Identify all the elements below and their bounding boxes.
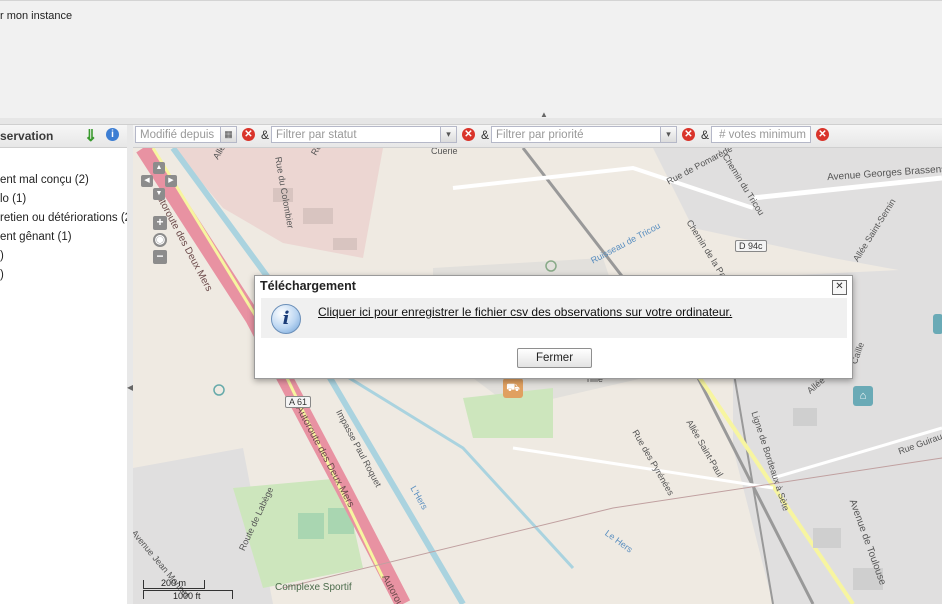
download-icon[interactable]: ⇓ — [84, 126, 97, 146]
priority-dropdown-icon[interactable]: ▾ — [661, 126, 677, 143]
road-number-badge: A 61 — [285, 396, 312, 408]
map-scale: 200 m 1000 ft — [143, 578, 233, 602]
modified-since-field[interactable]: Modifié depuis — [135, 126, 221, 143]
panel-title: servation — [0, 129, 54, 143]
dialog-body: i Cliquer ici pour enregistrer le fichie… — [261, 298, 847, 338]
globe-icon[interactable]: ◉ — [153, 233, 167, 247]
pan-left-icon[interactable]: ◀ — [141, 175, 153, 187]
category-item[interactable]: ent mal conçu (2) — [0, 171, 135, 190]
building — [813, 528, 841, 548]
status-filter-select[interactable]: Filtrer par statut — [271, 126, 441, 143]
info-icon[interactable]: i — [106, 128, 119, 141]
observation-marker-icon[interactable]: ⛟ — [503, 378, 523, 398]
dialog-title: Téléchargement — [260, 279, 356, 293]
building — [793, 408, 817, 426]
panel-header: servation ⇓ i — [0, 125, 127, 148]
observation-marker-icon[interactable] — [933, 314, 942, 334]
category-item[interactable]: ) — [0, 266, 135, 285]
map-poi — [213, 384, 225, 396]
collapse-up-icon[interactable]: ▲ — [540, 110, 548, 119]
scale-metric-label: 200 m — [161, 578, 187, 588]
horizontal-splitter[interactable]: ▲ — [0, 110, 942, 125]
close-button[interactable]: Fermer — [517, 348, 592, 368]
road-number-badge: D 94c — [735, 240, 767, 252]
and-separator: & — [261, 128, 270, 142]
category-item[interactable]: lo (1) — [0, 190, 135, 209]
category-item[interactable]: retien ou détériorations (2) — [0, 209, 135, 228]
and-separator: & — [481, 128, 490, 142]
calendar-icon[interactable]: ▦ — [221, 126, 237, 143]
download-dialog: Téléchargement ✕ i Cliquer ici pour enre… — [254, 275, 853, 379]
top-header: r mon instance — [0, 0, 942, 120]
clear-status-icon[interactable]: ✕ — [462, 128, 475, 141]
place-label: Complexe Sportif — [275, 582, 352, 593]
category-list: ent mal conçu (2) lo (1) retien ou détér… — [0, 171, 135, 285]
zoom-in-button[interactable]: + — [153, 216, 167, 230]
zoom-out-button[interactable]: − — [153, 250, 167, 264]
place-label: Cuerie — [431, 148, 458, 156]
pan-right-icon[interactable]: ▶ — [165, 175, 177, 187]
sports-field — [298, 513, 324, 539]
download-csv-link[interactable]: Cliquer ici pour enregistrer le fichier … — [318, 305, 732, 319]
clear-date-icon[interactable]: ✕ — [242, 128, 255, 141]
scale-imperial-label: 1000 ft — [173, 591, 201, 601]
clear-votes-icon[interactable]: ✕ — [816, 128, 829, 141]
category-item[interactable]: ent gênant (1) — [0, 228, 135, 247]
building — [333, 238, 357, 250]
info-icon: i — [271, 304, 301, 334]
and-separator: & — [701, 128, 710, 142]
status-dropdown-icon[interactable]: ▾ — [441, 126, 457, 143]
pan-control[interactable]: ▲ ◀ ▶ ▼ — [141, 162, 177, 202]
category-item[interactable]: ) — [0, 247, 135, 266]
pan-down-icon[interactable]: ▼ — [153, 188, 165, 200]
filter-toolbar: Modifié depuis ▦ ✕ & Filtrer par statut … — [133, 125, 942, 148]
observation-marker-icon[interactable]: ⌂ — [853, 386, 873, 406]
left-panel: servation ⇓ i ent mal conçu (2) lo (1) r… — [0, 125, 135, 604]
building — [303, 208, 333, 224]
min-votes-field[interactable]: # votes minimum — [711, 126, 811, 143]
close-icon[interactable]: ✕ — [832, 280, 847, 295]
priority-filter-select[interactable]: Filtrer par priorité — [491, 126, 661, 143]
clear-priority-icon[interactable]: ✕ — [682, 128, 695, 141]
pan-up-icon[interactable]: ▲ — [153, 162, 165, 174]
instance-link[interactable]: r mon instance — [0, 10, 72, 22]
